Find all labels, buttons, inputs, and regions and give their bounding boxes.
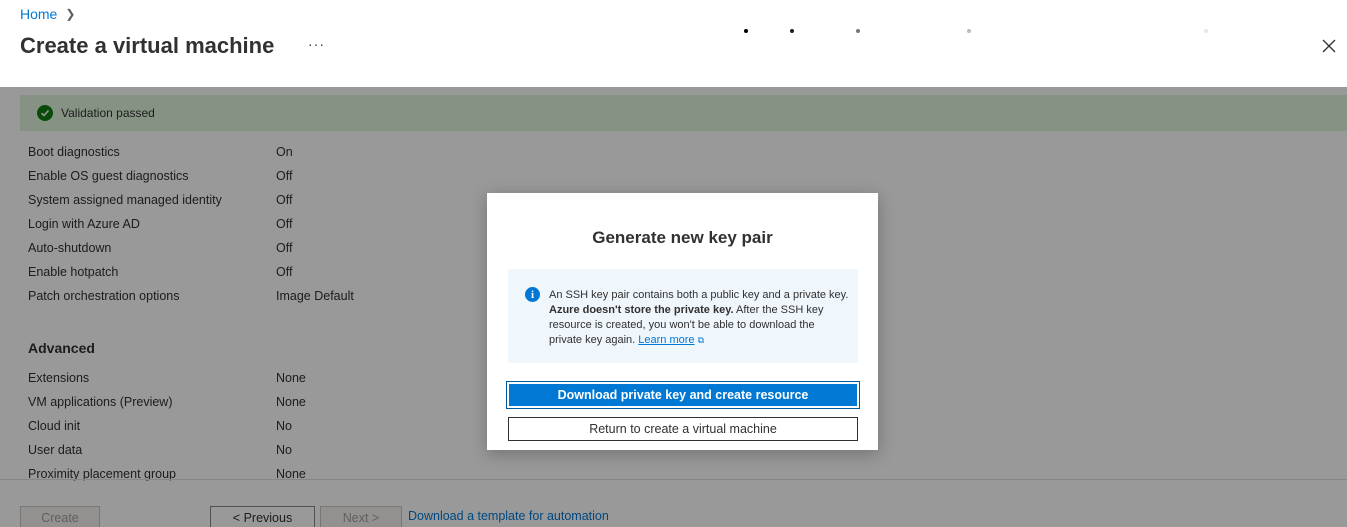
learn-more-link[interactable]: Learn more xyxy=(638,334,694,346)
breadcrumb-home-link[interactable]: Home xyxy=(20,6,57,22)
chevron-right-icon: ❯ xyxy=(65,7,76,21)
loading-dot xyxy=(790,29,794,33)
blade-header: Home ❯ Create a virtual machine ··· xyxy=(0,0,1347,87)
info-text-bold: Azure doesn't store the private key. xyxy=(549,304,734,316)
loading-dot xyxy=(856,29,860,33)
loading-dot xyxy=(967,29,971,33)
info-icon: i xyxy=(525,287,540,302)
close-icon xyxy=(1322,39,1336,53)
generate-key-pair-dialog: Generate new key pair i An SSH key pair … xyxy=(487,193,878,450)
return-to-create-button[interactable]: Return to create a virtual machine xyxy=(508,417,858,441)
info-message-text: An SSH key pair contains both a public k… xyxy=(549,288,849,348)
external-link-icon: ⧉ xyxy=(697,335,705,345)
info-text-part: An SSH key pair contains both a public k… xyxy=(549,289,849,301)
breadcrumb: Home ❯ xyxy=(20,6,75,22)
close-button[interactable] xyxy=(1321,38,1337,54)
info-message-bar: i An SSH key pair contains both a public… xyxy=(508,269,858,363)
dialog-title: Generate new key pair xyxy=(592,228,773,247)
more-options-button[interactable]: ··· xyxy=(308,36,325,52)
download-private-key-button[interactable]: Download private key and create resource xyxy=(506,381,860,409)
loading-dot xyxy=(744,29,748,33)
loading-dot xyxy=(1204,29,1208,33)
page-title: Create a virtual machine xyxy=(20,33,275,58)
